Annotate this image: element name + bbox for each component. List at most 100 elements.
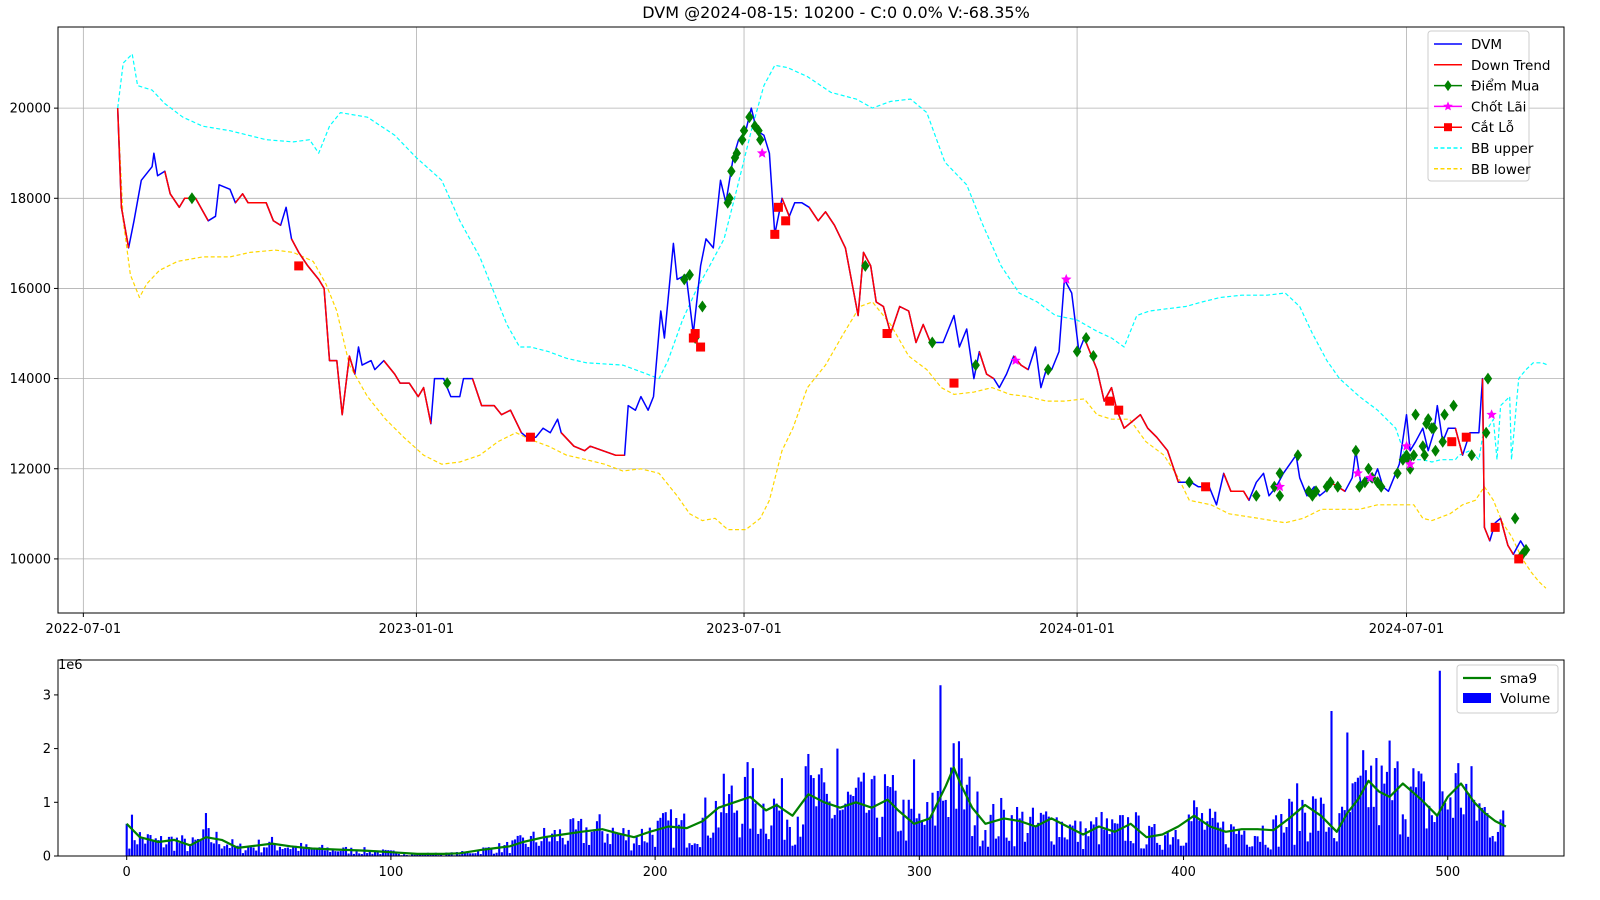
volume-bar [1008, 840, 1011, 856]
legend-label: Down Trend [1471, 58, 1551, 74]
volume-bar [669, 809, 673, 856]
volume-bar [1185, 842, 1188, 856]
volume-bar [823, 782, 826, 856]
volume-bar [1000, 797, 1003, 856]
volume-bar [1333, 838, 1336, 856]
volume-bar [780, 778, 783, 856]
x-tick-label: 2023-07-01 [706, 622, 782, 637]
volume-bar [1436, 815, 1439, 856]
volume-bar [717, 827, 720, 856]
volume-bar [952, 743, 955, 856]
volume-bar [329, 851, 332, 856]
volume-bar [556, 841, 559, 856]
volume-bar [212, 843, 215, 856]
volume-bar [220, 848, 223, 856]
volume-bar [1348, 812, 1352, 856]
volume-bar [265, 847, 268, 856]
volume-bar [1050, 841, 1053, 856]
volume-bar [1047, 816, 1050, 856]
volume-bar [656, 820, 659, 856]
volume-bar [1029, 816, 1032, 856]
volume-bar [844, 803, 847, 856]
volume-bar [302, 848, 305, 856]
volume-bar [661, 813, 665, 856]
volume-bar [1145, 844, 1148, 856]
volume-bar [133, 840, 136, 856]
volume-bar [931, 792, 934, 856]
volume-bar [934, 825, 937, 856]
volume-bar [1272, 819, 1275, 856]
volume-bar [580, 818, 583, 856]
volume-bar [1256, 836, 1259, 856]
stop-loss-marker [781, 216, 791, 226]
volume-bar [839, 810, 842, 856]
volume-bar [1304, 812, 1307, 856]
volume-bar [146, 834, 149, 856]
volume-bar [659, 817, 662, 856]
volume-bar [1457, 763, 1460, 856]
volume-bar [1494, 841, 1497, 856]
legend-label: sma9 [1500, 671, 1537, 687]
legend-label: BB upper [1471, 141, 1534, 157]
volume-bar [1203, 829, 1206, 856]
volume-bar [635, 836, 638, 856]
volume-bar [1496, 831, 1499, 856]
volume-bar [902, 799, 905, 856]
volume-bar [125, 823, 128, 856]
volume-bar [1166, 831, 1169, 856]
volume-bar [1111, 819, 1114, 856]
stop-loss-marker [1490, 522, 1500, 532]
volume-bar [1269, 849, 1272, 856]
volume-bar [947, 817, 950, 856]
volume-bar [1095, 817, 1098, 856]
volume-bar [516, 835, 519, 856]
volume-bar [1010, 815, 1013, 856]
volume-bar [519, 835, 522, 856]
volume-bar [561, 837, 564, 856]
volume-bar [564, 844, 567, 856]
volume-bar [910, 808, 913, 856]
volume-bar [1404, 819, 1407, 856]
volume-bar [997, 836, 1000, 856]
volume-bar [1359, 775, 1362, 856]
volume-bar [802, 824, 805, 856]
volume-bar [619, 834, 622, 856]
volume-x-tick-label: 400 [1171, 865, 1196, 880]
stop-loss-marker [949, 378, 959, 388]
volume-bar [1306, 841, 1309, 856]
volume-bar [1127, 817, 1130, 856]
volume-bar [270, 836, 274, 856]
volume-bar [1259, 841, 1262, 856]
volume-bar [1396, 761, 1399, 856]
volume-bar [973, 825, 976, 856]
volume-bar [698, 847, 702, 856]
volume-bar [239, 843, 242, 856]
volume-bar [202, 829, 205, 856]
volume-bar [730, 785, 733, 856]
volume-bar [1478, 803, 1481, 856]
volume-bar [778, 810, 781, 856]
volume-bar [603, 842, 606, 856]
volume-bar [960, 758, 963, 856]
volume-bar [1441, 791, 1444, 856]
volume-bar [614, 833, 617, 856]
volume-bar [1129, 840, 1132, 856]
volume-bar [558, 829, 562, 856]
volume-bar [836, 748, 839, 856]
volume-legend: sma9 Volume [1456, 664, 1559, 714]
volume-bar [675, 818, 678, 856]
volume-bar [1137, 815, 1140, 856]
volume-bar [883, 774, 887, 856]
volume-bar [762, 803, 765, 856]
stop-loss-marker [1105, 396, 1115, 406]
volume-bar [833, 814, 836, 856]
volume-bar [128, 848, 131, 856]
legend-square-marker [1444, 123, 1452, 132]
volume-bar [1227, 847, 1230, 856]
volume-bar [162, 847, 165, 856]
y-tick-label: 20000 [10, 102, 51, 117]
volume-y-tick-label: 2 [43, 742, 51, 757]
volume-bar [693, 843, 696, 856]
volume-bar [1290, 801, 1293, 856]
volume-bar [545, 836, 548, 856]
